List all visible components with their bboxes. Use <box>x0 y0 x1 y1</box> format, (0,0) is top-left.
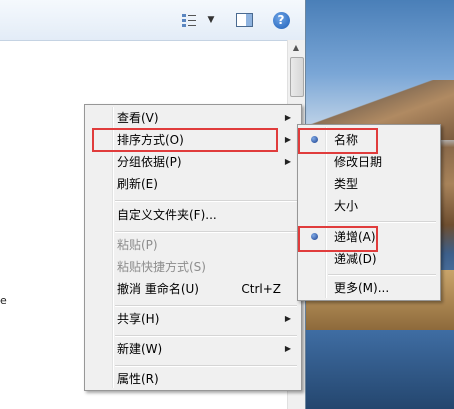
menu-separator <box>328 221 436 223</box>
menu-item-label: 属性(R) <box>117 372 159 386</box>
explorer-toolbar: ▼ ? <box>0 0 305 41</box>
menu-item-label: 类型 <box>334 177 359 191</box>
annotation-highlight-name <box>298 128 378 154</box>
menu-item-view[interactable]: 查看(V) ▶ <box>87 107 299 129</box>
views-icon <box>182 14 196 27</box>
menu-separator <box>115 335 297 337</box>
annotation-highlight-ascending <box>298 226 378 252</box>
menu-item-new[interactable]: 新建(W) ▶ <box>87 338 299 360</box>
menu-item-label: 粘贴快捷方式(S) <box>117 260 206 274</box>
menu-item-refresh[interactable]: 刷新(E) <box>87 173 299 195</box>
sort-option-size[interactable]: 大小 <box>300 195 438 217</box>
annotation-highlight-sort-by <box>92 128 278 152</box>
chevron-down-icon: ▼ <box>207 15 215 25</box>
menu-item-label: 自定义文件夹(F)... <box>117 208 217 222</box>
file-name-fragment: e <box>0 294 7 307</box>
menu-item-share[interactable]: 共享(H) ▶ <box>87 308 299 330</box>
menu-item-shortcut: Ctrl+Z <box>241 282 281 296</box>
menu-separator <box>115 200 297 202</box>
wallpaper-water <box>306 330 454 409</box>
menu-item-label: 分组依据(P) <box>117 155 182 169</box>
menu-item-label: 更多(M)... <box>334 281 390 295</box>
menu-item-undo-rename[interactable]: 撤消 重命名(U) Ctrl+Z <box>87 278 299 300</box>
preview-pane-icon <box>235 13 253 27</box>
menu-item-group-by[interactable]: 分组依据(P) ▶ <box>87 151 299 173</box>
sort-option-type[interactable]: 类型 <box>300 173 438 195</box>
help-button[interactable]: ? <box>271 10 291 30</box>
views-dropdown-button[interactable]: ▼ <box>205 10 217 30</box>
help-icon: ? <box>272 11 290 29</box>
scroll-up-icon[interactable]: ▲ <box>290 43 302 53</box>
menu-item-label: 刷新(E) <box>117 177 158 191</box>
submenu-arrow-icon: ▶ <box>284 113 291 122</box>
sort-option-more[interactable]: 更多(M)... <box>300 277 438 299</box>
submenu-arrow-icon: ▶ <box>284 135 291 144</box>
preview-pane-button[interactable] <box>234 10 254 30</box>
menu-item-label: 共享(H) <box>117 312 160 326</box>
menu-separator <box>115 231 297 233</box>
menu-item-label: 撤消 重命名(U) <box>117 282 199 296</box>
menu-item-customize-folder[interactable]: 自定义文件夹(F)... <box>87 204 299 226</box>
menu-item-label: 修改日期 <box>334 155 383 169</box>
menu-item-properties[interactable]: 属性(R) <box>87 368 299 390</box>
views-button[interactable] <box>180 10 198 30</box>
menu-item-label: 新建(W) <box>117 342 163 356</box>
menu-separator <box>115 365 297 367</box>
menu-item-label: 查看(V) <box>117 111 159 125</box>
submenu-arrow-icon: ▶ <box>284 157 291 166</box>
sort-option-date-modified[interactable]: 修改日期 <box>300 151 438 173</box>
menu-item-label: 粘贴(P) <box>117 238 158 252</box>
menu-item-paste-shortcut: 粘贴快捷方式(S) <box>87 256 299 278</box>
menu-item-paste: 粘贴(P) <box>87 234 299 256</box>
menu-item-label: 大小 <box>334 199 359 213</box>
menu-item-label: 递减(D) <box>334 252 377 266</box>
menu-separator <box>115 305 297 307</box>
scrollbar-thumb[interactable] <box>290 57 304 97</box>
menu-separator <box>328 274 436 276</box>
submenu-arrow-icon: ▶ <box>284 344 291 353</box>
submenu-arrow-icon: ▶ <box>284 314 291 323</box>
